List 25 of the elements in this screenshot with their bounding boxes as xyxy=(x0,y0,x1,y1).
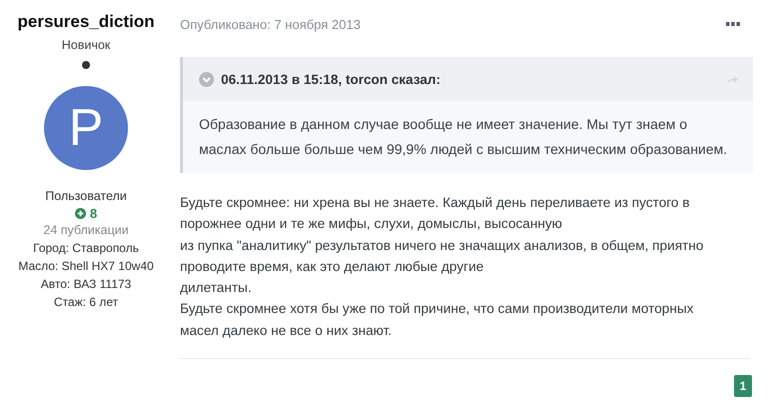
chevron-icon[interactable] xyxy=(199,72,214,86)
author-rank: Новичок xyxy=(62,38,110,52)
more-icon[interactable] xyxy=(726,22,740,26)
post-text: масел далеко не все о них знают. xyxy=(180,322,393,340)
share-arrow-icon[interactable] xyxy=(726,74,739,84)
post-text: проводите время, как это делают любые другие xyxy=(180,258,485,276)
profile-field: Авто: ВАЗ 11173 xyxy=(40,277,132,291)
author-name[interactable]: persures_diction xyxy=(18,12,154,32)
post-text: из пупка "аналитику" результатов ничего не значащих анализов, в общем, приятно xyxy=(180,236,704,255)
quote-header: 06.11.2013 в 15:18, torcon сказал: xyxy=(221,72,442,86)
post-text: дилетанты. xyxy=(180,279,252,298)
post-count: 24 публикации xyxy=(43,223,129,237)
profile-field: Стаж: 6 лет xyxy=(54,295,118,309)
post-text: Будьте скромнее: ни хрена вы не знаете. Каждый день переливаете из пустого в xyxy=(180,194,691,212)
quote-text: Образование в данном случае вообще не имеет значение. Мы тут знаем о маслах больше больше чем 99,9% людей с высшим техническим образованием. xyxy=(198,115,728,159)
post-text: Будьте скромнее хотя бы уже по той причине, что сами производители моторных xyxy=(180,300,695,318)
published-date: Опубликовано: 7 ноября 2013 xyxy=(180,16,361,32)
avatar[interactable]: P xyxy=(44,86,128,170)
plus-icon xyxy=(74,208,86,219)
page-button[interactable]: 1 xyxy=(734,375,752,398)
profile-field: Город: Ставрополь xyxy=(33,241,139,255)
post-text: порожнее одни и те же мифы, слухи, домыслы, высосанную xyxy=(180,215,564,234)
reputation-count: 8 xyxy=(90,206,98,221)
profile-field: Масло: Shell HX7 10w40 xyxy=(18,259,154,273)
user-group: Пользователи xyxy=(45,189,127,203)
